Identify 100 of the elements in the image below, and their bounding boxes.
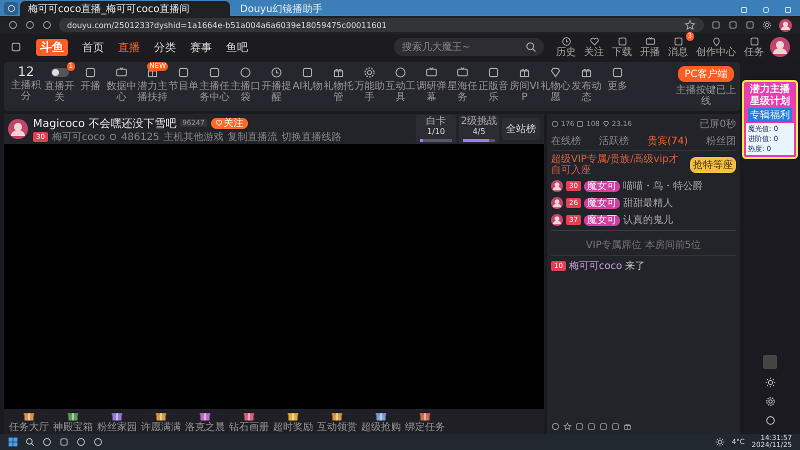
panel-tab[interactable]: 粉丝团	[706, 134, 736, 148]
nav-link[interactable]: 分类	[154, 40, 176, 54]
rank-button[interactable]: 全站榜	[502, 118, 540, 140]
sun-icon[interactable]	[764, 377, 776, 388]
seat-user[interactable]: 喵喵・鸟・特公爵	[622, 179, 703, 193]
pc-client-button[interactable]: PC客户端	[678, 66, 734, 82]
header-action[interactable]: 创作中心	[694, 36, 738, 58]
toolbar-item[interactable]: 更多	[602, 66, 633, 92]
chat-user[interactable]: 梅可可coco	[568, 259, 622, 273]
avatar-icon[interactable]	[770, 37, 790, 57]
star-icon[interactable]	[684, 19, 696, 31]
streamer-name[interactable]: 梅可可coco	[52, 132, 106, 142]
panel-tab[interactable]: 在线榜	[551, 134, 581, 148]
toolbar-item[interactable]: 节目单	[168, 66, 199, 92]
circle-icon[interactable]	[8, 20, 18, 30]
gift-item[interactable]: 许愿满满	[140, 410, 182, 433]
toolbar-item[interactable]: 调研弹幕	[416, 66, 447, 103]
header-action[interactable]: 历史	[554, 36, 578, 58]
panel-tab[interactable]: 活跃榜	[599, 134, 630, 148]
toolbar-item[interactable]: 万能助手	[354, 66, 385, 103]
circle-icon[interactable]	[25, 20, 35, 30]
avatar-icon[interactable]	[8, 119, 28, 139]
search-icon[interactable]	[525, 41, 537, 53]
avatar-icon[interactable]	[551, 180, 563, 192]
circle-icon[interactable]	[93, 437, 103, 447]
gift-item[interactable]: 超级抢购	[360, 410, 402, 433]
gift-item[interactable]: 钻石画册	[228, 410, 270, 433]
nav-link[interactable]: 首页	[82, 40, 104, 54]
grab-seat-button[interactable]: 抢特等座	[690, 157, 736, 173]
gift-item[interactable]: 任务大厅	[8, 410, 50, 433]
browser-tab[interactable]: 梅可可coco直播_梅可可coco直播间	[20, 1, 230, 16]
gift-icon[interactable]	[623, 422, 632, 431]
toolbar-item[interactable]: 正版音乐	[478, 66, 509, 103]
seat-divider-text: VIP专属席位 本房间前5位	[586, 240, 702, 251]
stream-link[interactable]: 复制直播流	[227, 132, 278, 142]
header-action[interactable]: 开播	[638, 36, 662, 58]
gift-item[interactable]: 超时奖励	[272, 410, 314, 433]
seat-user[interactable]: 认真的鬼儿	[622, 213, 673, 227]
square-icon[interactable]	[745, 20, 755, 30]
seat-user[interactable]: 甜甜最精人	[622, 196, 673, 210]
toolbar-item[interactable]: 数据中心	[106, 66, 137, 103]
toolbar-item[interactable]: 礼物心愿	[540, 66, 571, 103]
square-icon[interactable]	[10, 41, 22, 53]
square-icon[interactable]	[575, 422, 584, 431]
star-icon[interactable]	[563, 422, 572, 431]
toolbar-item[interactable]: 主播任务中心	[199, 66, 230, 103]
toolbar-item[interactable]: AI礼物	[292, 66, 323, 92]
square-icon[interactable]	[711, 20, 721, 30]
promo-button[interactable]: 专辑福利	[748, 108, 792, 122]
toolbar-item[interactable]: 主播口袋	[230, 66, 261, 103]
gift-item[interactable]: 绑定任务	[404, 410, 446, 433]
tab-title: Douyu幻镜播助手	[240, 2, 322, 16]
circle-icon[interactable]	[76, 437, 86, 447]
challenge-card[interactable]: 白卡 1/10	[416, 115, 456, 143]
toolbar-item[interactable]: 星海任务	[447, 66, 478, 103]
gift-item[interactable]: 神殿宝箱	[52, 410, 94, 433]
circle-icon[interactable]	[551, 422, 560, 431]
circle-icon[interactable]	[764, 415, 776, 426]
stream-link[interactable]: 切换直播线路	[281, 132, 342, 142]
header-action[interactable]: 下载	[610, 36, 634, 58]
circle-icon[interactable]	[42, 437, 52, 447]
square-icon[interactable]	[611, 422, 620, 431]
search-icon[interactable]	[25, 437, 35, 447]
toggle-switch[interactable]	[50, 68, 68, 77]
gear-icon[interactable]	[764, 396, 776, 407]
browser-tab[interactable]: Douyu幻镜播助手	[232, 1, 442, 16]
tab-menu-button[interactable]	[4, 2, 18, 15]
circle-icon[interactable]	[42, 20, 52, 30]
search-field[interactable]: 搜索几大魔王~	[394, 38, 544, 56]
challenge-card[interactable]: 2级挑战 4/5	[459, 115, 499, 143]
toolbar-item[interactable]: 礼物托管	[323, 66, 354, 103]
square-icon[interactable]	[587, 422, 596, 431]
square-icon[interactable]	[599, 422, 608, 431]
gear-icon[interactable]	[762, 20, 772, 30]
toolbar-item[interactable]: 开播	[75, 66, 106, 92]
square-icon[interactable]	[728, 20, 738, 30]
address-field[interactable]: douyu.com/2501233?dyshid=1a1664e-b51a004a6a6039e18059475c00011601	[59, 18, 704, 32]
avatar-icon[interactable]	[551, 197, 563, 209]
nav-link[interactable]: 鱼吧	[226, 40, 248, 54]
stream-link[interactable]: 主机其他游戏	[163, 132, 224, 142]
gift-icon	[332, 66, 345, 79]
toolbar-item[interactable]: 房间VIP	[509, 66, 540, 103]
score-label: 主播积分	[10, 80, 42, 102]
gift-icon	[375, 410, 387, 422]
nav-link[interactable]: 赛事	[190, 40, 212, 54]
avatar-icon[interactable]	[551, 214, 563, 226]
toolbar-item[interactable]: 发布动态	[571, 66, 602, 103]
square-icon[interactable]	[59, 437, 69, 447]
gift-item[interactable]: 粉丝家园	[96, 410, 138, 433]
windows-icon[interactable]	[8, 437, 18, 447]
header-action[interactable]: 任务	[742, 36, 766, 58]
site-logo[interactable]: 斗鱼	[36, 38, 68, 56]
toolbar-item[interactable]: 互动工具	[385, 66, 416, 103]
panel-tab[interactable]: 贵宾(74)	[647, 134, 688, 148]
toolbar-item[interactable]: 开播提醒	[261, 66, 292, 103]
gift-item[interactable]: 互动领赏	[316, 410, 358, 433]
nav-link[interactable]: 直播	[118, 40, 140, 54]
header-action[interactable]: 关注	[582, 36, 606, 58]
avatar-icon[interactable]	[779, 18, 792, 32]
gift-item[interactable]: 洛克之晨	[184, 410, 226, 433]
